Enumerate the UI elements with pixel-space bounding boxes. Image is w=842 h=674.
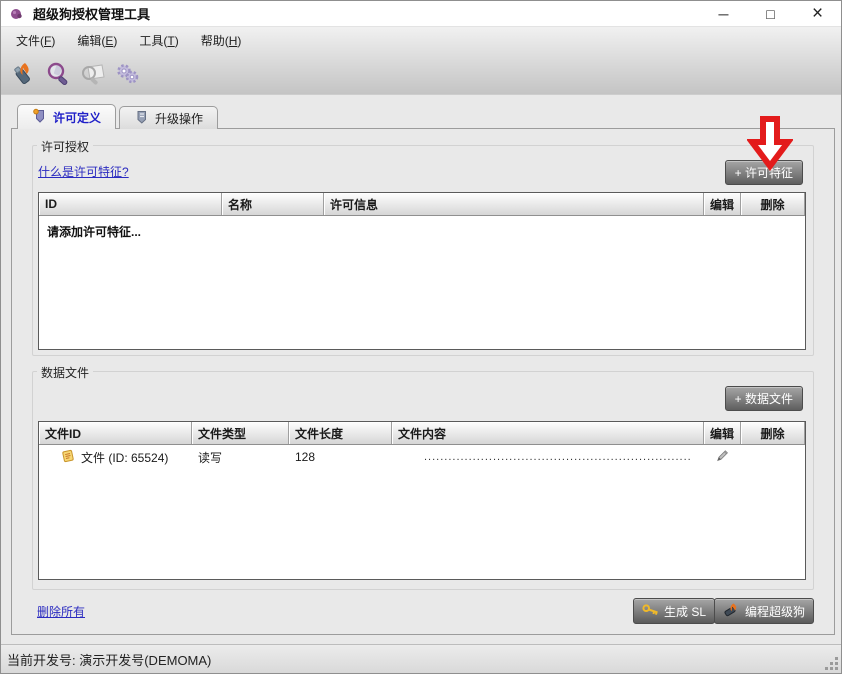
toolbar: [1, 54, 841, 94]
col-name: 名称: [222, 193, 324, 215]
col-file-content: 文件内容: [392, 422, 704, 444]
report-icon[interactable]: [79, 60, 107, 88]
window-chrome: 文件(F) 编辑(E) 工具(T) 帮助(H): [1, 27, 841, 95]
data-group-label: 数据文件: [37, 364, 93, 381]
what-is-license-feature-link[interactable]: 什么是许可特征?: [38, 163, 129, 180]
license-tab-icon: [32, 108, 47, 126]
minimize-button[interactable]: ─: [700, 1, 747, 26]
tab-license-definition[interactable]: 许可定义: [17, 104, 116, 129]
file-content-mask: ........................................…: [424, 451, 692, 463]
license-feature-table: ID 名称 许可信息 编辑 删除 请添加许可特征...: [38, 192, 806, 350]
tab-bar: 许可定义 升级操作: [17, 104, 218, 129]
col-delete: 删除: [741, 193, 805, 215]
license-table-header: ID 名称 许可信息 编辑 删除: [39, 193, 805, 216]
title-bar: 超级狗授权管理工具 ─ □ ×: [1, 1, 841, 27]
tab-upgrade-operations[interactable]: 升级操作: [119, 106, 218, 129]
license-definition-panel: 许可授权 什么是许可特征? + 许可特征 ID 名称 许可信息 编辑 删除 请添…: [11, 128, 835, 635]
resize-grip[interactable]: [825, 657, 839, 671]
window-title: 超级狗授权管理工具: [33, 4, 150, 23]
menu-edit[interactable]: 编辑(E): [66, 27, 128, 54]
generate-sl-button[interactable]: 生成 SL: [633, 598, 715, 624]
col-file-type: 文件类型: [192, 422, 289, 444]
license-authorization-group: 许可授权 什么是许可特征? + 许可特征 ID 名称 许可信息 编辑 删除 请添…: [32, 145, 814, 356]
inspect-license-icon[interactable]: [44, 60, 72, 88]
col-license-info: 许可信息: [324, 193, 704, 215]
add-data-file-button[interactable]: + 数据文件: [725, 386, 803, 411]
delete-all-link[interactable]: 删除所有: [37, 603, 85, 620]
col-file-length: 文件长度: [289, 422, 392, 444]
maximize-button[interactable]: □: [747, 1, 794, 26]
file-length-value: 128: [289, 450, 392, 464]
table-row[interactable]: 文件 (ID: 65524) 读写 128 ..................…: [39, 445, 805, 469]
col-file-edit: 编辑: [704, 422, 741, 444]
menu-help[interactable]: 帮助(H): [190, 27, 253, 54]
window-controls: ─ □ ×: [700, 1, 841, 26]
program-dongle-icon[interactable]: [9, 60, 37, 88]
license-group-label: 许可授权: [37, 138, 93, 155]
col-edit: 编辑: [704, 193, 741, 215]
maximize-icon: □: [766, 6, 774, 22]
file-type-value: 读写: [192, 449, 289, 466]
annotation-arrow: [747, 115, 793, 174]
data-table-header: 文件ID 文件类型 文件长度 文件内容 编辑 删除: [39, 422, 805, 445]
col-id: ID: [39, 193, 222, 215]
settings-gears-icon[interactable]: [114, 60, 142, 88]
col-file-delete: 删除: [741, 422, 805, 444]
file-note-icon: [61, 449, 75, 466]
data-table-body: 文件 (ID: 65524) 读写 128 ..................…: [39, 445, 805, 579]
key-icon: [642, 603, 659, 619]
close-button[interactable]: ×: [794, 1, 841, 26]
data-file-table: 文件ID 文件类型 文件长度 文件内容 编辑 删除: [38, 421, 806, 580]
menu-bar: 文件(F) 编辑(E) 工具(T) 帮助(H): [1, 27, 841, 54]
current-developer-id: 当前开发号: 演示开发号(DEMOMA): [7, 650, 211, 669]
menu-file[interactable]: 文件(F): [5, 27, 66, 54]
menu-tools[interactable]: 工具(T): [128, 27, 189, 54]
dongle-flame-icon: [723, 602, 740, 621]
edit-file-button[interactable]: [704, 448, 741, 466]
upgrade-tab-icon: [134, 109, 149, 127]
app-logo-icon: [9, 6, 25, 22]
app-window: 超级狗授权管理工具 ─ □ × 文件(F) 编辑(E) 工具(T) 帮助(H): [0, 0, 842, 674]
license-table-body: 请添加许可特征...: [39, 216, 805, 349]
file-id-value: 文件 (ID: 65524): [81, 449, 168, 466]
close-icon: ×: [812, 3, 823, 25]
status-bar: 当前开发号: 演示开发号(DEMOMA): [1, 644, 841, 673]
pencil-icon: [715, 448, 730, 466]
empty-license-message: 请添加许可特征...: [47, 223, 141, 240]
col-file-id: 文件ID: [39, 422, 192, 444]
minimize-icon: ─: [719, 6, 729, 22]
data-files-group: 数据文件 + 数据文件 文件ID 文件类型 文件长度 文件内容 编辑 删除: [32, 371, 814, 590]
program-superdog-button[interactable]: 编程超级狗: [714, 598, 814, 624]
